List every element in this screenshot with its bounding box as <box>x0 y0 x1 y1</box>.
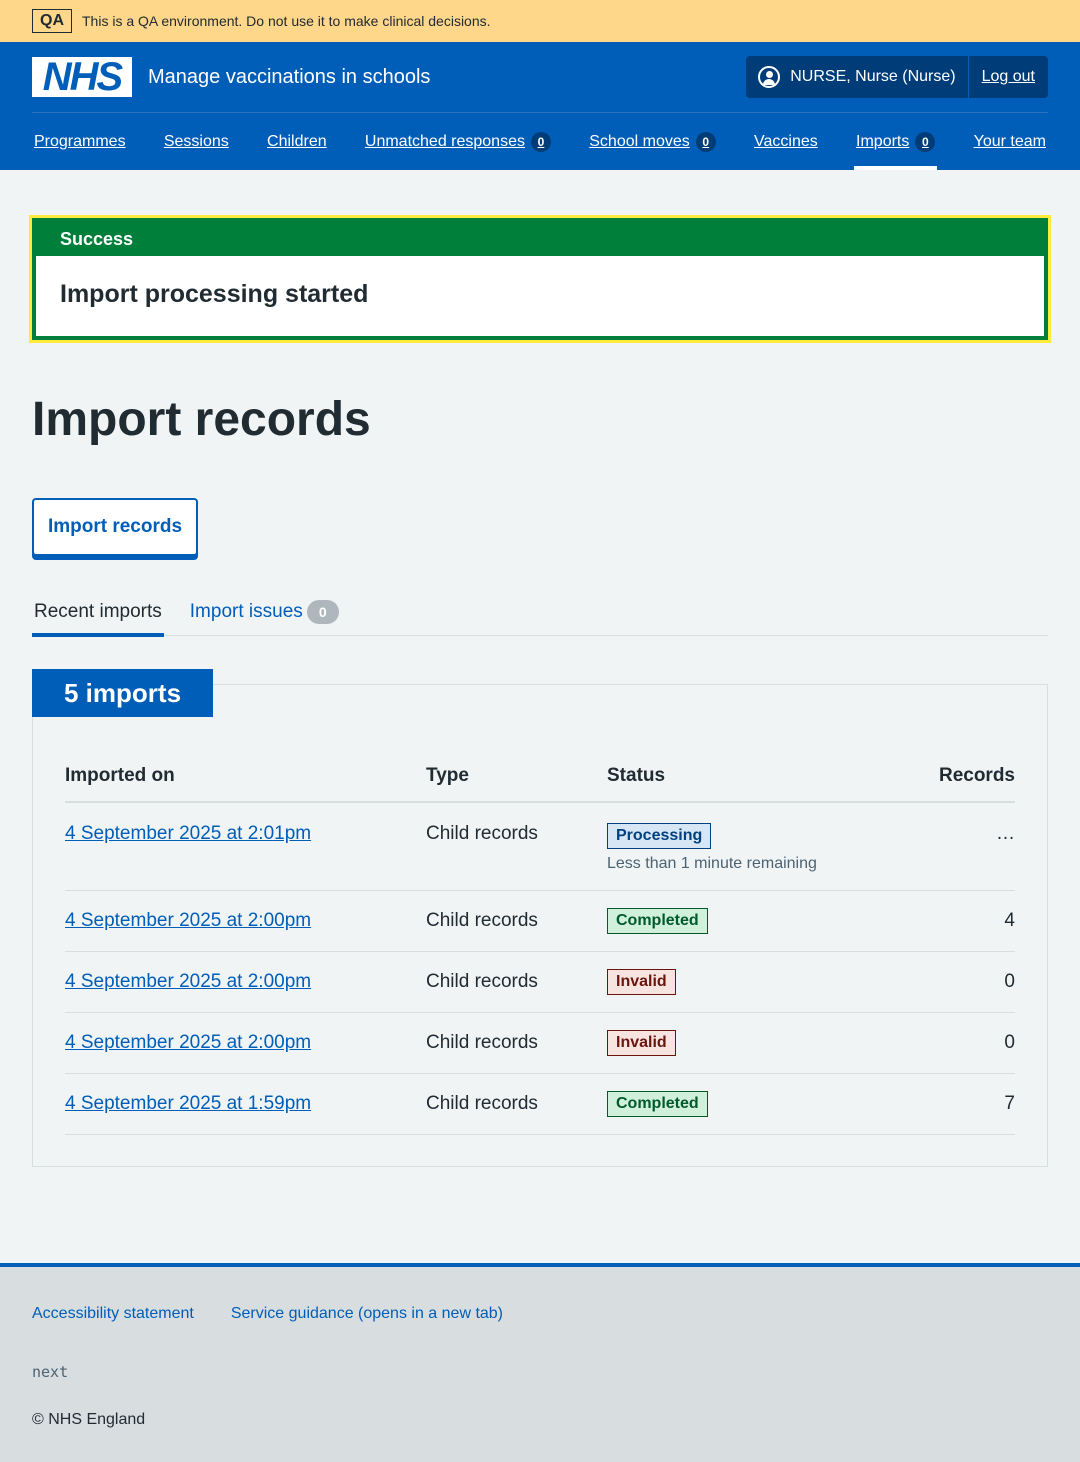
tab-count-badge: 0 <box>306 600 339 624</box>
records-count: 4 <box>907 890 1015 952</box>
nav-item-imports[interactable]: Imports 0 <box>854 113 938 170</box>
environment-banner: QA This is a QA environment. Do not use … <box>0 0 1080 42</box>
import-records-button[interactable]: Import records <box>32 498 198 556</box>
table-row: 4 September 2025 at 2:00pm Child records… <box>65 890 1015 952</box>
accessibility-statement-link[interactable]: Accessibility statement <box>32 1305 194 1323</box>
status-badge: Completed <box>607 907 708 934</box>
column-header: Records <box>907 750 1015 803</box>
import-type: Child records <box>426 951 607 1013</box>
app-version: next <box>32 1363 69 1381</box>
user-icon <box>758 66 781 88</box>
nav-item-label: Imports <box>856 132 910 150</box>
environment-message: This is a QA environment. Do not use it … <box>82 13 491 29</box>
nhs-logo[interactable]: NHS <box>32 57 132 97</box>
nav-item-sessions[interactable]: Sessions <box>162 113 231 170</box>
status-badge: Processing <box>607 823 712 849</box>
nav-count-badge: 0 <box>915 131 936 152</box>
nav-item-your-team[interactable]: Your team <box>972 113 1048 170</box>
column-header: Type <box>426 750 607 803</box>
service-guidance-link[interactable]: Service guidance (opens in a new tab) <box>231 1305 503 1323</box>
tab-import-issues[interactable]: Import issues 0 <box>188 588 341 636</box>
copyright: © NHS England <box>32 1411 146 1428</box>
table-row: 4 September 2025 at 2:00pm Child records… <box>65 951 1015 1013</box>
records-count: … <box>907 802 1015 891</box>
primary-navigation: Programmes Sessions Children Unmatched r… <box>32 112 1048 170</box>
import-type: Child records <box>426 1012 607 1074</box>
logout-link[interactable]: Log out <box>967 56 1048 98</box>
environment-tag: QA <box>32 9 72 33</box>
page-title: Import records <box>32 393 371 446</box>
column-header: Status <box>607 750 907 803</box>
import-type: Child records <box>426 1073 607 1135</box>
import-date-link[interactable]: 4 September 2025 at 2:00pm <box>65 971 311 992</box>
status-badge: Invalid <box>607 1029 676 1056</box>
nav-count-badge: 0 <box>695 131 716 152</box>
site-footer: Accessibility statement Service guidance… <box>0 1263 1080 1462</box>
table-row: 4 September 2025 at 2:01pm Child records… <box>65 802 1015 891</box>
table-row: 4 September 2025 at 1:59pm Child records… <box>65 1073 1015 1135</box>
nav-item-school-moves[interactable]: School moves 0 <box>587 113 718 170</box>
nav-item-label: School moves <box>589 132 690 150</box>
nav-count-badge: 0 <box>530 131 551 152</box>
table-row: 4 September 2025 at 2:00pm Child records… <box>65 1012 1015 1074</box>
nav-item-children[interactable]: Children <box>265 113 329 170</box>
account-user-name: NURSE, Nurse (Nurse) <box>790 68 956 85</box>
nav-item-label: Unmatched responses <box>364 132 525 150</box>
tab-recent-imports[interactable]: Recent imports <box>32 588 164 637</box>
import-tabs: Recent imports Import issues 0 <box>32 588 1048 637</box>
service-name[interactable]: Manage vaccinations in schools <box>148 66 430 89</box>
import-date-link[interactable]: 4 September 2025 at 1:59pm <box>65 1093 311 1114</box>
account-user: NURSE, Nurse (Nurse) <box>746 56 967 98</box>
imports-table: Imported on Type Status Records 4 Septem… <box>65 750 1015 1135</box>
tab-label: Import issues <box>189 601 303 622</box>
imports-card-heading: 5 imports <box>32 669 214 717</box>
account-menu: NURSE, Nurse (Nurse) Log out <box>746 56 1048 98</box>
import-date-link[interactable]: 4 September 2025 at 2:00pm <box>65 1032 311 1053</box>
success-banner-message: Import processing started <box>60 280 369 308</box>
nav-item-unmatched-responses[interactable]: Unmatched responses 0 <box>363 113 553 170</box>
nav-item-vaccines[interactable]: Vaccines <box>752 113 820 170</box>
import-type: Child records <box>426 890 607 952</box>
success-banner: Success Import processing started <box>29 215 1051 343</box>
import-type: Child records <box>426 802 607 891</box>
column-header: Imported on <box>65 750 426 803</box>
import-date-link[interactable]: 4 September 2025 at 2:00pm <box>65 910 311 931</box>
records-count: 7 <box>907 1073 1015 1135</box>
status-badge: Completed <box>607 1090 708 1117</box>
status-badge: Invalid <box>607 968 676 995</box>
imports-card: 5 imports Imported on Type Status Record… <box>32 669 1048 1167</box>
site-header: NHS Manage vaccinations in schools NURSE… <box>0 42 1080 170</box>
import-date-link[interactable]: 4 September 2025 at 2:01pm <box>65 823 311 844</box>
success-banner-title: Success <box>36 222 1044 256</box>
records-count: 0 <box>907 1012 1015 1074</box>
status-note: Less than 1 minute remaining <box>607 855 817 872</box>
nav-item-programmes[interactable]: Programmes <box>32 113 128 170</box>
records-count: 0 <box>907 951 1015 1013</box>
